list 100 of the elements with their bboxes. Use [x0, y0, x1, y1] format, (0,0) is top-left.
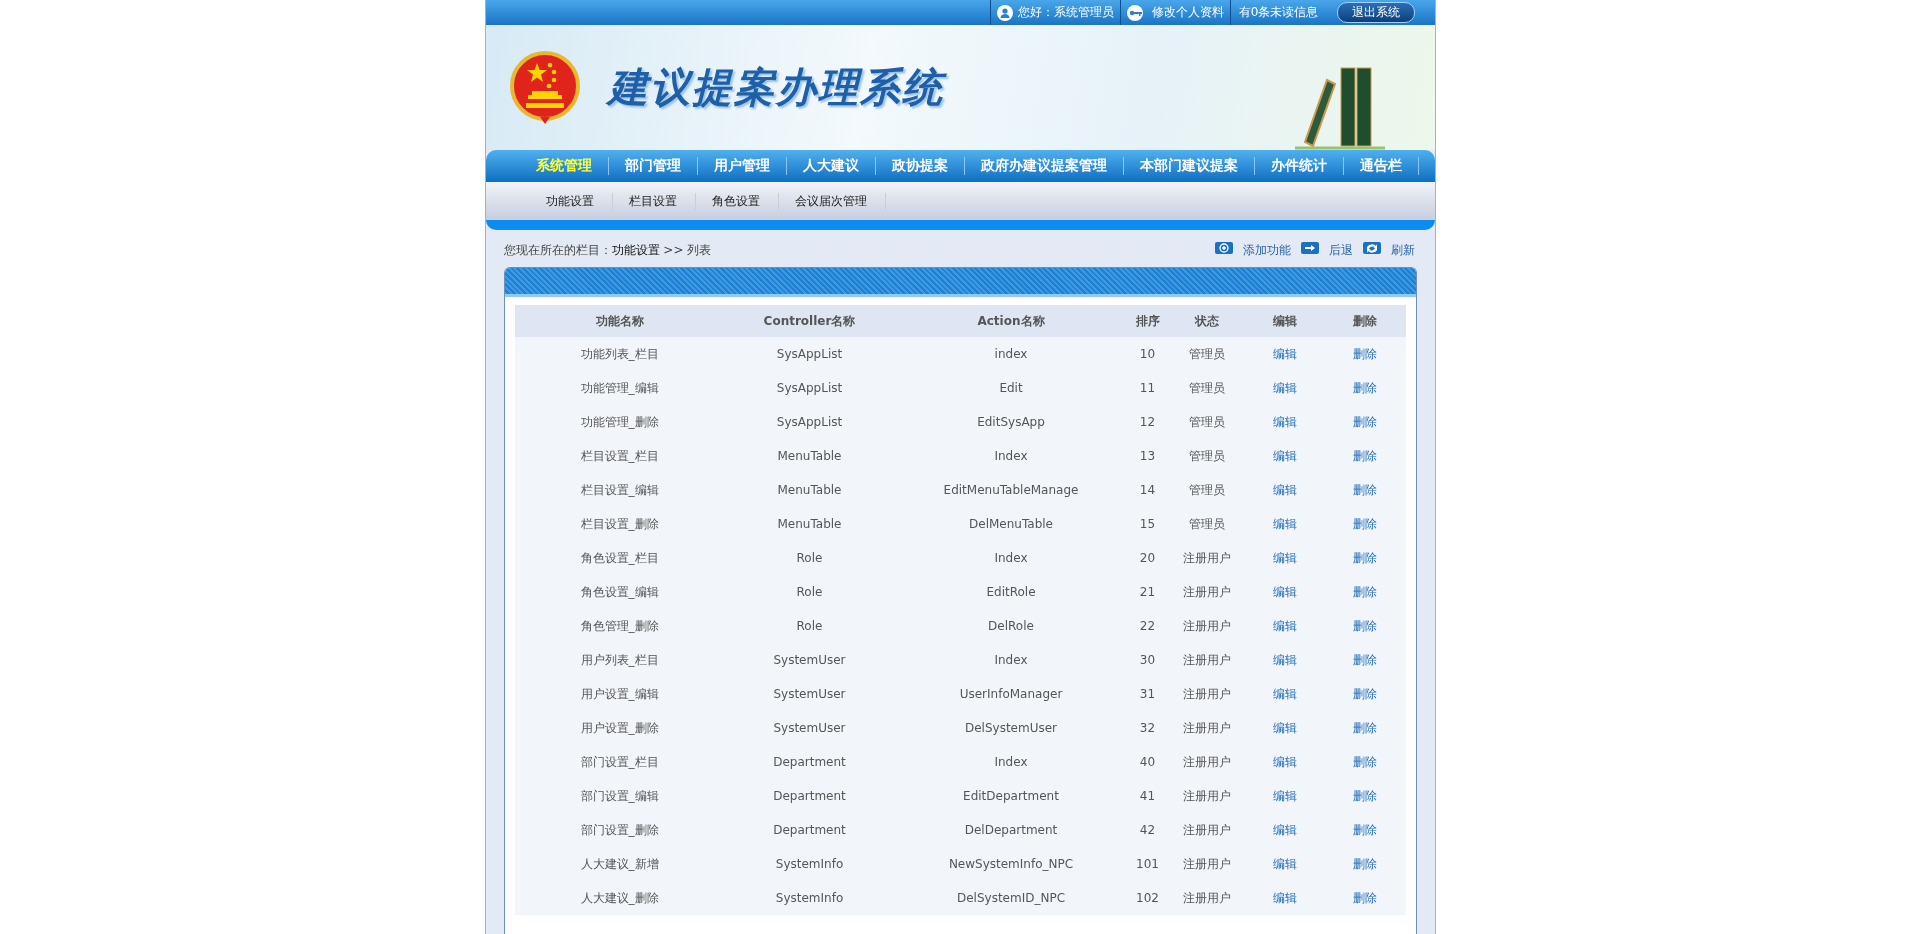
nav-tab[interactable]: 本部门建议提案 [1123, 157, 1255, 175]
edit-link[interactable]: 编辑 [1272, 857, 1297, 871]
table-cell: EditMenuTableManage [894, 473, 1128, 507]
edit-link[interactable]: 编辑 [1272, 755, 1297, 769]
nav-tab[interactable]: 部门管理 [608, 157, 698, 175]
table-cell: 管理员 [1167, 473, 1246, 507]
table-cell: 管理员 [1167, 405, 1246, 439]
edit-link[interactable]: 编辑 [1272, 891, 1297, 905]
delete-link[interactable]: 删除 [1352, 347, 1377, 361]
subnav-link[interactable]: 栏目设置 [612, 192, 696, 210]
delete-link[interactable]: 删除 [1352, 789, 1377, 803]
edit-link[interactable]: 编辑 [1272, 619, 1297, 633]
edit-link[interactable]: 编辑 [1272, 823, 1297, 837]
table-cell: 注册用户 [1167, 575, 1246, 609]
table-cell: SystemUser [724, 711, 895, 745]
subnav-link[interactable]: 会议届次管理 [778, 192, 886, 210]
nav-tab[interactable]: 政协提案 [875, 157, 965, 175]
table-cell: 注册用户 [1167, 813, 1246, 847]
delete-link[interactable]: 删除 [1352, 619, 1377, 633]
table-cell: 管理员 [1167, 439, 1246, 473]
table-cell: 40 [1127, 745, 1168, 779]
table-cell: 12 [1127, 405, 1168, 439]
table-cell: Role [724, 575, 895, 609]
table-cell: Department [724, 779, 895, 813]
table-cell: 102 [1127, 881, 1168, 915]
table-cell: 用户设置_编辑 [514, 677, 725, 711]
nav-tab[interactable]: 政府办建议提案管理 [964, 157, 1124, 175]
action-link[interactable]: 添加功能 [1242, 242, 1291, 259]
delete-link[interactable]: 删除 [1352, 449, 1377, 463]
table-cell: Edit [894, 371, 1128, 405]
edit-link[interactable]: 编辑 [1272, 517, 1297, 531]
nav-tab[interactable]: 办件统计 [1254, 157, 1344, 175]
column-header: 编辑 [1245, 305, 1324, 337]
table-cell: 31 [1127, 677, 1168, 711]
table-cell: 注册用户 [1167, 643, 1246, 677]
table-cell: 注册用户 [1167, 779, 1246, 813]
logout-button[interactable]: 退出系统 [1336, 2, 1415, 23]
delete-link[interactable]: 删除 [1352, 823, 1377, 837]
delete-link[interactable]: 删除 [1352, 857, 1377, 871]
table-cell: 功能管理_删除 [514, 405, 725, 439]
delete-link[interactable]: 删除 [1352, 653, 1377, 667]
edit-link[interactable]: 编辑 [1272, 381, 1297, 395]
table-cell: 部门设置_删除 [514, 813, 725, 847]
nav-tab[interactable]: 通告栏 [1343, 157, 1419, 175]
table-cell: 注册用户 [1167, 711, 1246, 745]
delete-link[interactable]: 删除 [1352, 891, 1377, 905]
delete-link[interactable]: 删除 [1352, 517, 1377, 531]
edit-link[interactable]: 编辑 [1272, 653, 1297, 667]
delete-link[interactable]: 删除 [1352, 483, 1377, 497]
nav-tab[interactable]: 人大建议 [786, 157, 876, 175]
table-cell: SystemInfo [724, 881, 895, 915]
delete-link[interactable]: 删除 [1352, 755, 1377, 769]
action-link[interactable]: 后退 [1328, 242, 1353, 259]
table-cell: 管理员 [1167, 371, 1246, 405]
table-cell: 注册用户 [1167, 609, 1246, 643]
table-cell: MenuTable [724, 473, 895, 507]
column-header: 删除 [1323, 305, 1406, 337]
edit-link[interactable]: 编辑 [1272, 551, 1297, 565]
delete-link[interactable]: 删除 [1352, 721, 1377, 735]
table-cell: Role [724, 609, 895, 643]
delete-link[interactable]: 删除 [1352, 381, 1377, 395]
table-cell: 用户列表_栏目 [514, 643, 725, 677]
table-cell: SysAppList [724, 405, 895, 439]
table-cell: 10 [1127, 337, 1168, 371]
table-cell: 15 [1127, 507, 1168, 541]
table-cell: 管理员 [1167, 507, 1246, 541]
subnav-link[interactable]: 角色设置 [695, 192, 779, 210]
column-header: 功能名称 [514, 305, 725, 337]
subnav-link[interactable]: 功能设置 [529, 192, 613, 210]
table-cell: Index [894, 439, 1128, 473]
nav-tab[interactable]: 系统管理 [519, 157, 609, 175]
table-cell: 栏目设置_删除 [514, 507, 725, 541]
delete-link[interactable]: 删除 [1352, 585, 1377, 599]
table-cell: DelDepartment [894, 813, 1128, 847]
table-cell: 人大建议_新增 [514, 847, 725, 881]
table-cell: 注册用户 [1167, 677, 1246, 711]
delete-link[interactable]: 删除 [1352, 415, 1377, 429]
table-cell: 注册用户 [1167, 541, 1246, 575]
edit-link[interactable]: 编辑 [1272, 687, 1297, 701]
nav-tab[interactable]: 用户管理 [697, 157, 787, 175]
edit-link[interactable]: 编辑 [1272, 721, 1297, 735]
table-cell: SysAppList [724, 371, 895, 405]
table-cell: 注册用户 [1167, 745, 1246, 779]
table-cell: SystemInfo [724, 847, 895, 881]
table-cell: 22 [1127, 609, 1168, 643]
edit-link[interactable]: 编辑 [1272, 585, 1297, 599]
delete-link[interactable]: 删除 [1352, 687, 1377, 701]
table-cell: MenuTable [724, 507, 895, 541]
edit-link[interactable]: 编辑 [1272, 483, 1297, 497]
table-cell: Role [724, 541, 895, 575]
refresh-icon [1362, 242, 1381, 254]
edit-link[interactable]: 编辑 [1272, 415, 1297, 429]
delete-link[interactable]: 删除 [1352, 551, 1377, 565]
edit-link[interactable]: 编辑 [1272, 789, 1297, 803]
edit-link[interactable]: 编辑 [1272, 347, 1297, 361]
action-link[interactable]: 刷新 [1390, 242, 1415, 259]
edit-link[interactable]: 编辑 [1272, 449, 1297, 463]
table-cell: 101 [1127, 847, 1168, 881]
table-cell: MenuTable [724, 439, 895, 473]
table-cell: 30 [1127, 643, 1168, 677]
